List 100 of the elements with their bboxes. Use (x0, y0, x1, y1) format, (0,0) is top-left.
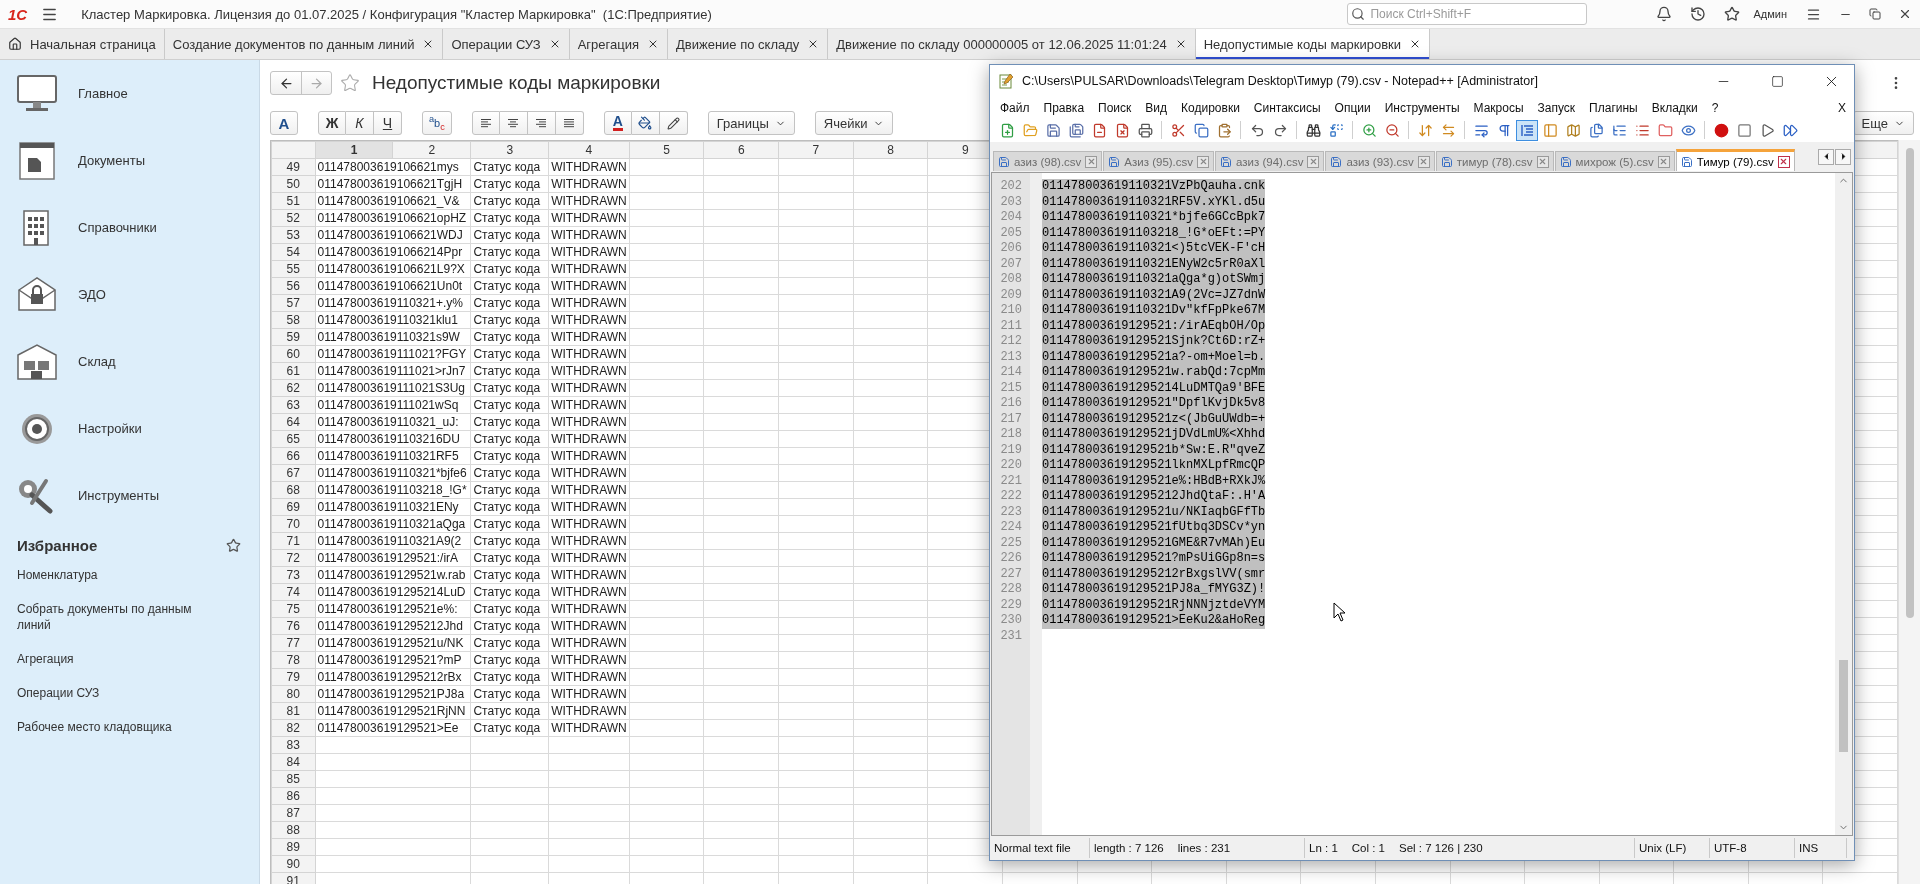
fill-color-button[interactable] (631, 111, 660, 135)
scrollbar[interactable] (1835, 173, 1852, 835)
italic-button[interactable]: К (346, 111, 374, 135)
file-tab[interactable]: азиз (94).csv (1215, 151, 1325, 171)
scrollbar-thumb[interactable] (1905, 148, 1914, 618)
menu-item[interactable]: Правка (1036, 100, 1092, 115)
tab[interactable]: Агрегация (569, 29, 668, 59)
tab[interactable]: Операции СУЗ (443, 29, 570, 59)
table-cell: 011478003619129521PJ8a (315, 685, 471, 703)
menu-item[interactable]: Синтаксисы (1246, 100, 1328, 115)
align-button[interactable] (499, 111, 528, 135)
column-header[interactable]: 7 (812, 143, 820, 157)
sidebar-item[interactable]: Инструменты (78, 488, 160, 503)
line-number: 216 (999, 396, 1023, 412)
file-tab[interactable]: Азиз (95).csv (1103, 151, 1215, 171)
bold-button[interactable]: Ж (318, 111, 346, 135)
text-color-button[interactable]: A (603, 111, 632, 135)
column-header[interactable]: 9 (961, 143, 969, 157)
cells-dropdown[interactable]: Ячейки (814, 111, 894, 135)
file-tab[interactable]: михрож (5).csv (1554, 151, 1675, 171)
file-tab[interactable]: азиз (98).csv (993, 151, 1103, 171)
column-header[interactable]: 8 (887, 143, 894, 157)
save-icon (1680, 155, 1693, 168)
menu-item[interactable]: Макросы (1466, 100, 1531, 115)
menu-item[interactable]: Кодировки (1174, 100, 1247, 115)
binoculars-icon (1305, 122, 1321, 138)
file-tab[interactable]: тимур (78).csv (1435, 151, 1554, 171)
scroll-right-button[interactable] (1835, 148, 1851, 165)
menu-item[interactable]: ? (1704, 100, 1726, 115)
menu-item[interactable]: Плагины (1582, 100, 1645, 115)
table-cell: 011478003619110321RF5 (315, 447, 471, 465)
close-icon[interactable] (1777, 155, 1790, 168)
menu-item[interactable]: Вкладки (1644, 100, 1705, 115)
close-icon[interactable] (647, 38, 659, 50)
table-cell: 011478003619106621TgjH (315, 175, 471, 193)
column-header[interactable]: 2 (428, 143, 436, 157)
column-header[interactable]: 1 (350, 143, 358, 157)
borders-dropdown[interactable]: Границы (707, 111, 795, 135)
tab[interactable]: Движение по складу (668, 29, 829, 59)
column-header[interactable]: 4 (585, 143, 593, 157)
spellcheck-button[interactable]: $^{a}$b$_{c}$ (422, 111, 452, 135)
tab[interactable]: Недопустимые коды маркировки (1195, 29, 1431, 59)
table-cell: WITHDRAWN (548, 379, 630, 397)
scroll-left-button[interactable] (1818, 148, 1834, 165)
user-name[interactable]: Админ (1753, 8, 1787, 20)
menu-item[interactable]: Вид (1138, 100, 1175, 115)
home-icon (8, 37, 22, 51)
status-text: Col : 1 (1351, 842, 1386, 854)
favorite-link[interactable]: Агрегация (0, 644, 220, 675)
sidebar-item[interactable]: Документы (78, 153, 145, 168)
table-cell: WITHDRAWN (548, 532, 630, 550)
underline-button[interactable]: Ч (374, 111, 402, 135)
favorite-link[interactable]: Рабочее место кладовщика (0, 712, 220, 743)
redo-icon (1272, 122, 1288, 138)
scrollbar[interactable] (1898, 140, 1920, 884)
more-dropdown[interactable]: Еще (1852, 111, 1914, 135)
column-header[interactable]: 5 (663, 143, 670, 157)
star-icon[interactable] (226, 538, 241, 553)
favorite-link[interactable]: Номенклатура (0, 560, 220, 591)
align-button[interactable] (527, 111, 556, 135)
align-button[interactable] (471, 111, 500, 135)
line-number: 210 (999, 303, 1023, 319)
bell-icon[interactable] (1656, 6, 1673, 22)
align-button[interactable] (555, 111, 584, 135)
sidebar-item[interactable]: Настройки (78, 421, 142, 436)
history-icon[interactable] (1690, 6, 1707, 22)
table-cell: 011478003619129521e%: (315, 600, 471, 618)
column-header[interactable]: 3 (506, 143, 514, 157)
close-document-button[interactable]: X (1838, 100, 1854, 115)
tab[interactable]: Начальная страница (0, 29, 165, 59)
table-cell: WITHDRAWN (548, 192, 630, 210)
file-tab[interactable]: азиз (93).csv (1325, 151, 1435, 171)
column-header[interactable]: 6 (737, 143, 745, 157)
line-number: 222 (999, 489, 1023, 505)
menu-item[interactable]: Инструменты (1377, 100, 1467, 115)
menu-item[interactable]: Запуск (1530, 100, 1583, 115)
indent-guide-button[interactable] (1516, 119, 1538, 141)
sidebar-item[interactable]: Склад (78, 354, 116, 369)
printer-icon (1137, 122, 1153, 138)
highlight-button[interactable] (659, 111, 688, 135)
search-field[interactable]: Поиск Ctrl+Shift+F (1347, 3, 1588, 25)
menu-item[interactable]: Поиск (1091, 100, 1139, 115)
file-tab[interactable]: Тимур (79).csv (1675, 149, 1795, 171)
replace-icon (1328, 122, 1344, 138)
table-cell: WITHDRAWN (548, 413, 630, 431)
sidebar-item[interactable]: Главное (78, 86, 128, 101)
scrollbar-thumb[interactable] (1839, 660, 1848, 752)
menu-item[interactable]: Файл (993, 100, 1037, 115)
favorite-link[interactable]: Операции СУЗ (0, 678, 220, 709)
favorite-link[interactable]: Собрать документы по данным линий (0, 594, 220, 641)
menu-icon[interactable] (1806, 6, 1821, 22)
tab[interactable]: Создание документов по данным линий (164, 29, 444, 59)
font-button[interactable]: A (270, 111, 298, 135)
sidebar-item[interactable]: ЭДО (78, 287, 106, 302)
star-icon[interactable] (340, 73, 360, 93)
sidebar-item[interactable]: Справочники (78, 220, 157, 235)
menu-item[interactable]: Опции (1327, 100, 1378, 115)
tab[interactable]: Движение по складу 000000005 от 12.06.2025 11:01:24 (828, 29, 1196, 59)
table-cell: WITHDRAWN (548, 498, 630, 516)
star-icon[interactable] (1724, 6, 1741, 22)
